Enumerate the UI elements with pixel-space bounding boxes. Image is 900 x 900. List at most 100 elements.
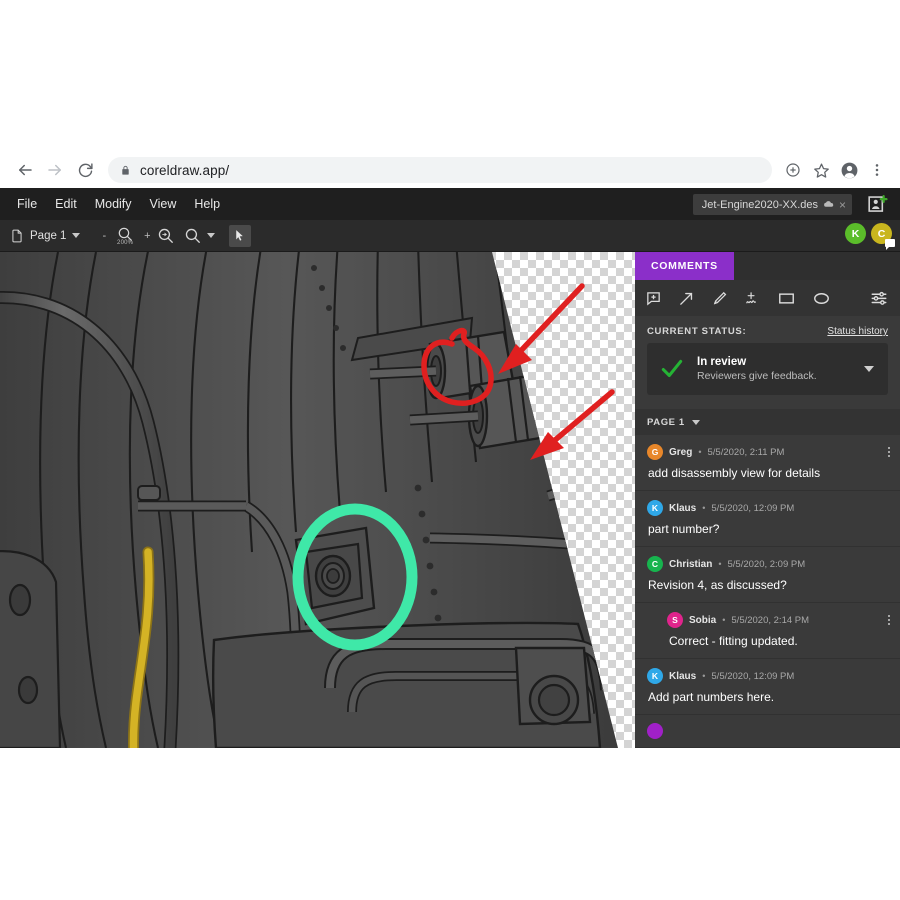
comment-body: add disassembly view for details xyxy=(648,466,821,480)
comment-item-partial[interactable] xyxy=(635,715,900,748)
panel-tabstrip: COMMENTS xyxy=(635,252,900,280)
add-collaborator-button[interactable] xyxy=(864,192,890,217)
address-bar[interactable]: coreldraw.app/ xyxy=(108,157,772,183)
chevron-down-icon[interactable] xyxy=(691,419,700,425)
menu-file[interactable]: File xyxy=(8,188,46,220)
close-document-icon[interactable]: × xyxy=(839,199,846,211)
add-comment-icon xyxy=(647,291,660,305)
comment-author: Christian xyxy=(669,558,713,570)
status-dropdown[interactable]: In review Reviewers give feedback. xyxy=(647,343,888,395)
rectangle-tool-icon xyxy=(779,292,794,304)
avatar: K xyxy=(647,500,663,516)
comment-item[interactable]: K Klaus • 5/5/2020, 12:09 PM Add part nu… xyxy=(635,659,900,715)
comment-author: Sobia xyxy=(689,614,717,626)
zoom-level-control[interactable]: 200% xyxy=(112,226,138,246)
avatar-initial: K xyxy=(651,503,659,513)
design-canvas[interactable] xyxy=(0,252,635,748)
comment-header: K Klaus • 5/5/2020, 12:09 PM xyxy=(647,500,888,516)
comment-header: C Christian • 5/5/2020, 2:09 PM xyxy=(647,556,888,572)
jet-engine-technical-illustration xyxy=(0,252,618,748)
install-app-button[interactable] xyxy=(780,157,806,183)
comment-header: S Sobia • 5/5/2020, 2:14 PM xyxy=(667,612,888,628)
page-selector[interactable]: PAGE 1 xyxy=(635,409,900,435)
comment-reply-item[interactable]: S Sobia • 5/5/2020, 2:14 PM Correct - fi… xyxy=(635,603,900,659)
comment-body: part number? xyxy=(648,522,720,536)
comment-item[interactable]: G Greg • 5/5/2020, 2:11 PM add disassemb… xyxy=(635,435,900,491)
reload-icon xyxy=(78,162,93,177)
ellipse-tool-icon xyxy=(814,292,829,304)
url-text: coreldraw.app/ xyxy=(140,162,230,178)
avatar[interactable]: C xyxy=(871,223,895,250)
comment-body: Correct - fitting updated. xyxy=(669,634,798,648)
browser-menu-button[interactable] xyxy=(864,157,890,183)
page-selector-label: PAGE 1 xyxy=(647,416,685,428)
separator-dot: • xyxy=(698,447,702,457)
star-icon xyxy=(813,162,829,178)
status-subtitle: Reviewers give feedback. xyxy=(697,370,817,382)
back-arrow-icon xyxy=(19,164,32,176)
menu-edit[interactable]: Edit xyxy=(46,188,86,220)
magnifier-icon xyxy=(185,228,200,243)
menu-view[interactable]: View xyxy=(141,188,186,220)
avatar-initial: K xyxy=(651,671,659,681)
arrow-tool-button[interactable] xyxy=(678,290,695,307)
zoom-tool-button[interactable] xyxy=(184,227,201,244)
freehand-tool-button[interactable] xyxy=(744,290,761,307)
add-comment-button[interactable] xyxy=(645,290,662,307)
document-name: Jet-Engine2020-XX.des xyxy=(701,198,818,211)
lock-icon xyxy=(122,165,129,175)
avatar[interactable]: K xyxy=(845,223,866,244)
menu-modify[interactable]: Modify xyxy=(86,188,141,220)
arrow-tool-icon xyxy=(680,292,693,305)
comments-panel: COMMENTS CURRENT STATUS: Status history … xyxy=(635,252,900,748)
app-menu-bar: File Edit Modify View Help Jet-Engine202… xyxy=(0,188,900,220)
document-tab[interactable]: Jet-Engine2020-XX.des × xyxy=(692,194,852,215)
page-dropdown-icon[interactable] xyxy=(72,233,81,238)
tab-comments[interactable]: COMMENTS xyxy=(635,252,734,280)
bookmark-button[interactable] xyxy=(808,157,834,183)
comment-item[interactable]: C Christian • 5/5/2020, 2:09 PM Revision… xyxy=(635,547,900,603)
comment-timestamp: 5/5/2020, 12:09 PM xyxy=(711,670,795,682)
menu-help[interactable]: Help xyxy=(185,188,229,220)
three-dot-menu-icon xyxy=(875,164,879,176)
reload-button[interactable] xyxy=(70,155,100,185)
comment-menu-button[interactable] xyxy=(887,447,890,459)
annotation-settings-button[interactable] xyxy=(870,289,888,307)
page-controls: Page 1 - 200% + xyxy=(10,226,215,246)
status-header: CURRENT STATUS: Status history xyxy=(635,316,900,343)
comment-author: Klaus xyxy=(669,670,697,682)
arrow-annotation[interactable] xyxy=(530,389,615,460)
settings-sliders-icon xyxy=(871,291,887,305)
rectangle-tool-button[interactable] xyxy=(777,289,796,308)
zoom-dropdown-icon[interactable] xyxy=(206,233,215,238)
forward-button[interactable] xyxy=(40,155,70,185)
avatar: G xyxy=(647,444,663,460)
collaborator-avatars: K C xyxy=(845,223,895,250)
page-icon xyxy=(12,229,22,242)
green-check-icon xyxy=(661,359,683,378)
status-history-link[interactable]: Status history xyxy=(827,326,888,337)
zoom-level-text: 200% xyxy=(117,239,134,246)
avatar-initial: G xyxy=(651,447,659,457)
profile-button[interactable] xyxy=(836,157,862,183)
zoom-in-button[interactable]: + xyxy=(144,230,150,242)
comment-list[interactable]: G Greg • 5/5/2020, 2:11 PM add disassemb… xyxy=(635,435,900,748)
back-button[interactable] xyxy=(10,155,40,185)
status-text-block: In review Reviewers give feedback. xyxy=(697,356,817,382)
freehand-tool-icon xyxy=(746,291,756,303)
ellipse-tool-button[interactable] xyxy=(812,289,831,308)
zoom-out-button[interactable]: - xyxy=(102,230,106,242)
comment-header: K Klaus • 5/5/2020, 12:09 PM xyxy=(647,668,888,684)
comment-menu-button[interactable] xyxy=(887,615,890,627)
avatar-initial: K xyxy=(851,227,860,240)
cloud-saved-icon xyxy=(824,201,834,207)
comment-item[interactable]: K Klaus • 5/5/2020, 12:09 PM part number… xyxy=(635,491,900,547)
pen-tool-button[interactable] xyxy=(711,290,728,307)
zoom-fit-button[interactable] xyxy=(157,227,174,244)
separator-dot: • xyxy=(702,671,706,681)
chevron-down-icon[interactable] xyxy=(864,366,874,372)
status-title: In review xyxy=(697,356,747,368)
select-tool-button[interactable] xyxy=(228,224,251,247)
workspace: COMMENTS CURRENT STATUS: Status history … xyxy=(0,252,900,748)
comment-author: Greg xyxy=(669,446,693,458)
